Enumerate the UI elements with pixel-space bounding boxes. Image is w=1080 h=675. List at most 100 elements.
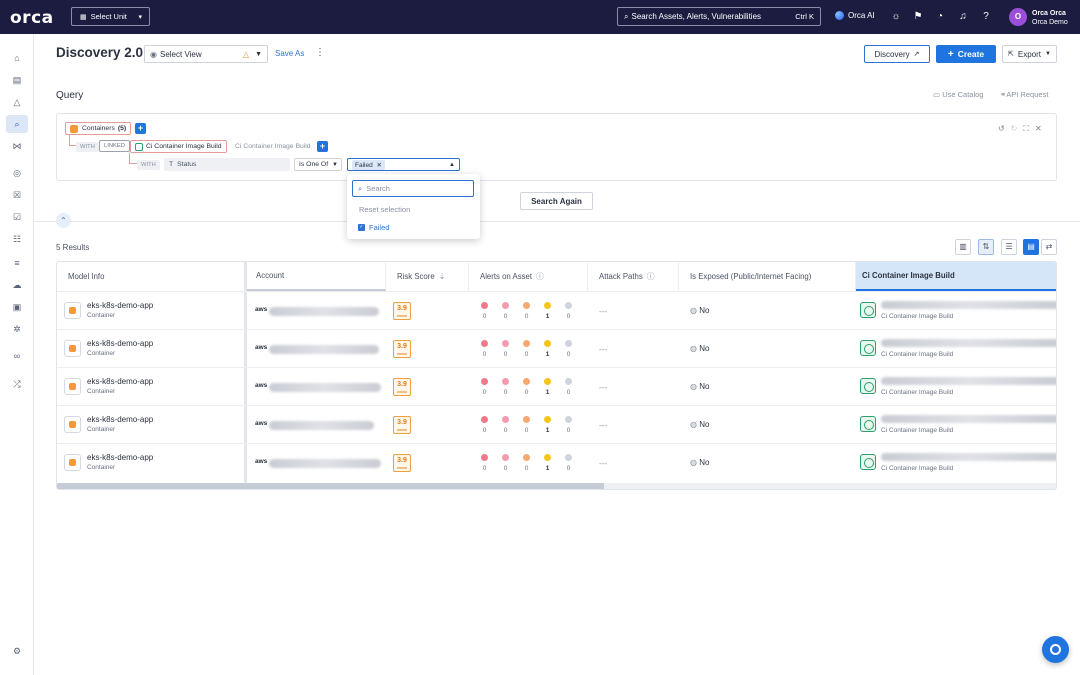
horizontal-scrollbar[interactable] bbox=[57, 483, 1056, 489]
sort-icon[interactable]: ⇅ bbox=[978, 239, 994, 255]
undo-icon[interactable]: ↺ bbox=[998, 124, 1005, 134]
nav-alerts-icon[interactable]: △ bbox=[6, 93, 28, 111]
table-row[interactable]: eks-k8s-demo-app Container aws 3.9 00010… bbox=[57, 405, 1056, 444]
containers-chip[interactable]: Containers (5) bbox=[65, 122, 132, 135]
asset-name[interactable]: eks-k8s-demo-app bbox=[87, 415, 153, 424]
sort-desc-icon[interactable]: ⇣ bbox=[439, 272, 446, 281]
more-options-icon[interactable]: ⋮ bbox=[315, 47, 325, 58]
orca-ai-button[interactable]: Orca AI bbox=[835, 11, 875, 20]
table-view-icon[interactable]: ▤ bbox=[1023, 239, 1039, 255]
alerts-cell[interactable]: 0 0 0 1 0 bbox=[469, 406, 588, 444]
help-icon[interactable]: ? bbox=[980, 11, 992, 23]
add-linked-condition-button[interactable]: + bbox=[317, 141, 328, 152]
column-header-account[interactable]: Account bbox=[245, 262, 386, 291]
column-header-attack-paths[interactable]: Attack Paths ⓘ bbox=[588, 262, 679, 291]
operator-select[interactable]: Is One Of ▼ bbox=[294, 158, 342, 171]
alerts-cell[interactable]: 0 0 0 1 0 bbox=[469, 292, 588, 330]
nav-database-icon[interactable]: ≡ bbox=[6, 254, 28, 272]
table-row[interactable]: eks-k8s-demo-app Container aws 3.9 00010… bbox=[57, 443, 1056, 482]
dropdown-search-input[interactable]: ⌕ Search bbox=[352, 180, 474, 197]
create-button[interactable]: + Create bbox=[936, 45, 996, 63]
nav-kubernetes-icon[interactable]: ✲ bbox=[6, 320, 28, 338]
column-header-ci-image-build[interactable]: Ci Container Image Build bbox=[856, 262, 1056, 291]
caret-down-icon: ▼ bbox=[332, 161, 338, 168]
discovery-button[interactable]: Discovery ↗ bbox=[864, 45, 930, 63]
nav-discovery-icon[interactable]: ⌕ bbox=[6, 115, 28, 133]
nav-dashboard-icon[interactable]: ▤ bbox=[6, 71, 28, 89]
ci-image-build-cell[interactable]: Ci Container Image Build bbox=[856, 444, 1056, 482]
model-info-cell[interactable]: eks-k8s-demo-app Container bbox=[57, 292, 245, 330]
nav-compliance-icon[interactable]: ☑ bbox=[6, 208, 28, 226]
nav-settings-icon[interactable]: ⚙ bbox=[6, 642, 28, 660]
scrollbar-thumb[interactable] bbox=[57, 483, 604, 489]
orca-logo[interactable]: orca bbox=[10, 8, 54, 28]
global-search-input[interactable]: ⌕ Search Assets, Alerts, Vulnerabilities… bbox=[617, 7, 821, 26]
close-icon[interactable]: ✕ bbox=[1035, 124, 1042, 134]
asset-name[interactable]: eks-k8s-demo-app bbox=[87, 339, 153, 348]
value-multiselect[interactable]: Failed ✕ ▲ bbox=[347, 158, 460, 171]
reset-selection-option[interactable]: Reset selection bbox=[359, 205, 410, 214]
collapse-query-button[interactable]: ⌃ bbox=[56, 213, 71, 228]
user-info[interactable]: Orca Orca Orca Demo bbox=[1032, 9, 1068, 27]
collapse-icon[interactable]: ⛶ bbox=[1023, 124, 1029, 134]
column-header-model-info[interactable]: Model Info bbox=[57, 262, 245, 291]
alerts-cell[interactable]: 0 0 0 1 0 bbox=[469, 444, 588, 482]
select-view-dropdown[interactable]: ◉ Select View △ ▼ bbox=[144, 45, 268, 63]
redo-icon[interactable]: ↻ bbox=[1011, 124, 1018, 134]
nav-reports-icon[interactable]: ☷ bbox=[6, 230, 28, 248]
alerts-cell[interactable]: 0 0 0 1 0 bbox=[469, 368, 588, 406]
add-condition-button[interactable]: + bbox=[135, 123, 146, 134]
nav-inventory-icon[interactable]: ◎ bbox=[6, 164, 28, 182]
model-info-cell[interactable]: eks-k8s-demo-app Container bbox=[57, 444, 245, 482]
alerts-cell[interactable]: 0 0 0 1 0 bbox=[469, 330, 588, 368]
attack-paths-cell: --- bbox=[588, 368, 679, 406]
nav-vulnerabilities-icon[interactable]: ☒ bbox=[6, 186, 28, 204]
nav-graph-icon[interactable]: ⋈ bbox=[6, 137, 28, 155]
table-row[interactable]: eks-k8s-demo-app Container aws 3.9 00010… bbox=[57, 367, 1056, 406]
select-unit-dropdown[interactable]: ▦ Select Unit ▾ bbox=[71, 7, 150, 26]
column-header-risk-score[interactable]: Risk Score ⇣ bbox=[386, 262, 469, 291]
theme-sun-icon[interactable]: ☼ bbox=[890, 11, 902, 23]
search-again-button[interactable]: Search Again bbox=[520, 192, 593, 210]
status-field-select[interactable]: T Status bbox=[164, 158, 290, 171]
model-info-cell[interactable]: eks-k8s-demo-app Container bbox=[57, 368, 245, 406]
flag-icon[interactable]: ⚑ bbox=[912, 11, 924, 23]
nav-cloud-icon[interactable]: ☁ bbox=[6, 276, 28, 294]
checkbox-checked-icon[interactable]: ✓ bbox=[358, 224, 365, 231]
model-info-cell[interactable]: eks-k8s-demo-app Container bbox=[57, 406, 245, 444]
avatar[interactable]: O bbox=[1009, 8, 1027, 26]
linked-toggle[interactable]: LINKED bbox=[99, 140, 130, 152]
nav-integrations-icon[interactable]: ∞ bbox=[6, 347, 28, 365]
ci-image-build-chip[interactable]: Ci Container Image Build bbox=[130, 140, 227, 153]
table-row[interactable]: eks-k8s-demo-app Container aws 3.9 00010… bbox=[57, 291, 1056, 330]
list-view-icon[interactable]: ☰ bbox=[1001, 239, 1017, 255]
ci-image-build-cell[interactable]: Ci Container Image Build bbox=[856, 292, 1056, 330]
announcement-icon[interactable]: ◔ bbox=[934, 11, 946, 23]
swap-icon[interactable]: ⇄ bbox=[1041, 239, 1057, 255]
notification-bell-icon[interactable]: ♫ bbox=[957, 11, 969, 23]
save-as-link[interactable]: Save As bbox=[275, 49, 304, 58]
remove-tag-icon[interactable]: ✕ bbox=[377, 162, 382, 169]
asset-name[interactable]: eks-k8s-demo-app bbox=[87, 453, 153, 462]
ci-image-build-cell[interactable]: Ci Container Image Build bbox=[856, 406, 1056, 444]
columns-icon[interactable]: ▥ bbox=[955, 239, 971, 255]
asset-name[interactable]: eks-k8s-demo-app bbox=[87, 301, 153, 310]
assistant-fab-button[interactable] bbox=[1042, 636, 1069, 663]
nav-security-icon[interactable]: ⌂ bbox=[6, 49, 28, 67]
asset-name[interactable]: eks-k8s-demo-app bbox=[87, 377, 153, 386]
model-info-cell[interactable]: eks-k8s-demo-app Container bbox=[57, 330, 245, 368]
use-catalog-link[interactable]: ▭ Use Catalog bbox=[933, 90, 983, 99]
column-header-alerts[interactable]: Alerts on Asset ⓘ bbox=[469, 262, 588, 291]
container-icon bbox=[64, 340, 81, 357]
ci-image-build-cell[interactable]: Ci Container Image Build bbox=[856, 330, 1056, 368]
api-request-link[interactable]: ⚭API Request bbox=[1000, 90, 1048, 99]
column-header-is-exposed[interactable]: Is Exposed (Public/Internet Facing) bbox=[679, 262, 856, 291]
dropdown-option-failed[interactable]: ✓ Failed bbox=[358, 223, 389, 232]
ci-image-build-cell[interactable]: Ci Container Image Build bbox=[856, 368, 1056, 406]
export-button[interactable]: ⇱ Export ▼ bbox=[1002, 45, 1057, 63]
selected-value-tag[interactable]: Failed ✕ bbox=[352, 159, 385, 170]
nav-shield-icon[interactable]: ▣ bbox=[6, 298, 28, 316]
table-row[interactable]: eks-k8s-demo-app Container aws 3.9 00010… bbox=[57, 329, 1056, 368]
nav-automation-icon[interactable]: ⤮ bbox=[6, 375, 28, 393]
results-count-label: 5 Results bbox=[56, 243, 90, 252]
